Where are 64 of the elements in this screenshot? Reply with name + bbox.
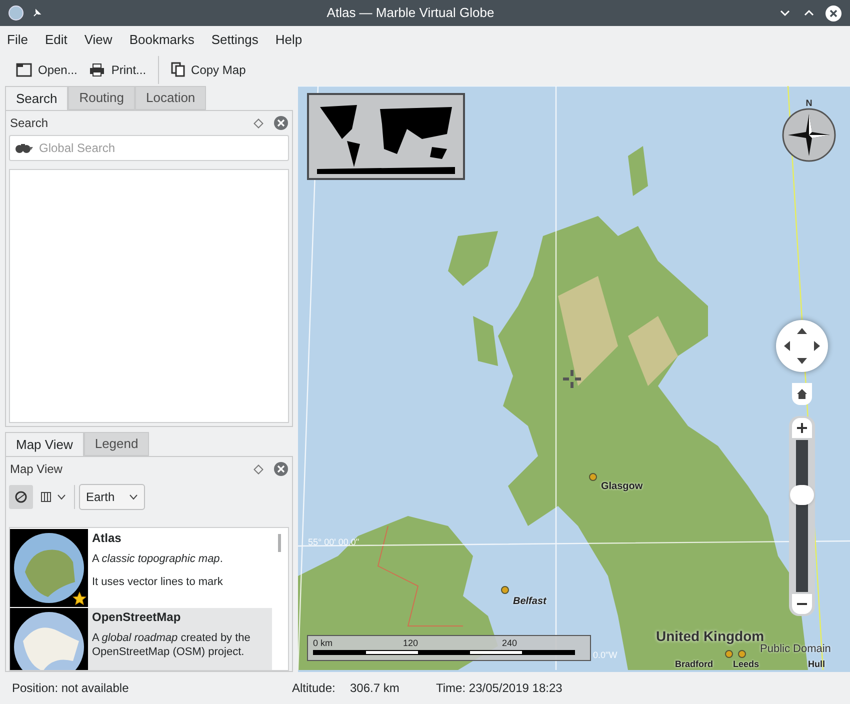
city-marker-icon	[501, 586, 509, 594]
menu-item[interactable]: Bookmarks	[129, 30, 194, 50]
menu-item[interactable]: File	[7, 30, 28, 50]
tab[interactable]: Routing	[68, 86, 136, 110]
float-icon[interactable]	[254, 118, 264, 128]
world-overview-map[interactable]	[307, 93, 465, 180]
tab[interactable]: Location	[135, 86, 206, 110]
tab[interactable]: Map View	[5, 432, 84, 456]
planet-dropdown[interactable]: Earth	[79, 484, 145, 510]
theme-item[interactable]: OpenStreetMap A global roadmap created by the OpenStreetMap (OSM) project.	[10, 608, 272, 670]
chevron-down-icon	[57, 494, 66, 500]
menu-item[interactable]: View	[84, 30, 112, 50]
close-icon[interactable]	[274, 462, 288, 476]
theme-description: It uses vector lines to mark	[92, 575, 223, 589]
theme-title: Atlas	[92, 531, 122, 545]
tab[interactable]: Legend	[84, 432, 150, 456]
scale-label: 120	[403, 637, 418, 650]
compass-icon[interactable]	[782, 108, 836, 162]
home-icon	[796, 388, 808, 400]
dock-title: Search	[10, 115, 50, 132]
globe-view-button[interactable]	[9, 485, 33, 509]
scale-label: 0 km	[313, 637, 333, 650]
menu-item[interactable]: Settings	[211, 30, 258, 50]
scale-label: 240	[502, 637, 518, 650]
menu-item[interactable]: Edit	[44, 30, 68, 50]
search-field[interactable]: Global Search	[9, 135, 289, 161]
zoom-out-button[interactable]	[792, 594, 812, 614]
theme-title: OpenStreetMap	[92, 610, 182, 624]
window-title: Atlas — Marble Virtual Globe	[326, 4, 496, 22]
altitude-label: Altitude:	[292, 680, 336, 697]
plus-icon	[797, 423, 807, 433]
map-label: 0.0"W	[593, 649, 618, 662]
grid-icon	[41, 492, 51, 502]
map-label: Bradford	[675, 659, 713, 670]
zoom-slider-thumb[interactable]	[790, 484, 814, 505]
theme-description: A global roadmap created by the OpenStreetMap (OSM) project.	[92, 631, 252, 659]
binoculars-icon[interactable]	[15, 143, 33, 153]
toolbar-button[interactable]: Copy Map	[165, 56, 252, 84]
compass-label: N	[806, 98, 812, 108]
close-icon[interactable]	[825, 4, 842, 22]
position-status: Position: not available	[12, 680, 130, 697]
dock-title: Map View	[10, 461, 64, 478]
tab[interactable]: Search	[5, 86, 68, 110]
map-label: United Kingdom	[656, 627, 764, 644]
map-label: Glasgow	[601, 480, 643, 494]
altitude-value: 306.7 km	[350, 680, 400, 697]
close-icon[interactable]	[274, 116, 288, 130]
float-icon[interactable]	[254, 464, 264, 474]
copy-icon	[171, 62, 186, 77]
map-label: Belfast	[513, 595, 546, 609]
menu-item[interactable]: Help	[275, 30, 302, 50]
chevron-down-icon	[129, 494, 138, 500]
scrollbar[interactable]	[278, 534, 281, 552]
home-button[interactable]	[792, 383, 812, 405]
printer-icon	[89, 62, 106, 76]
zoom-in-button[interactable]	[792, 418, 812, 438]
theme-description: A classic topographic map.	[92, 552, 223, 566]
toolbar-button[interactable]: Open...	[10, 56, 84, 84]
toolbar-button[interactable]: Print...	[83, 56, 152, 84]
time-status: Time: 23/05/2019 18:23	[436, 680, 562, 697]
pan-control[interactable]	[776, 320, 828, 372]
folder-icon	[16, 62, 32, 76]
crosshair-icon	[561, 368, 583, 390]
map-label: Leeds	[733, 659, 760, 670]
